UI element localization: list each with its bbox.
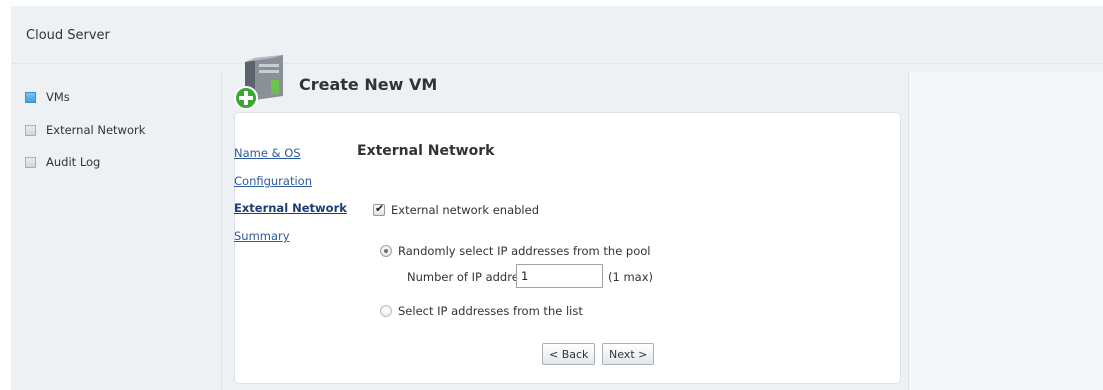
random-ip-option[interactable]: Randomly select IP addresses from the po… <box>380 244 651 258</box>
nav-item-label: External Network <box>46 123 146 137</box>
page-title: Create New VM <box>299 75 438 94</box>
nav-box-icon <box>25 156 36 168</box>
checkmark-icon: ✔ <box>375 202 385 215</box>
external-network-label: External network enabled <box>391 203 540 217</box>
ip-count-input[interactable] <box>516 264 603 288</box>
nav-item-label: Audit Log <box>46 155 101 169</box>
external-network-checkbox[interactable]: ✔ <box>373 202 385 216</box>
nav-item-label: VMs <box>46 90 70 104</box>
right-panel <box>908 72 1103 390</box>
list-ip-label: Select IP addresses from the list <box>398 304 583 318</box>
step-external-network-link[interactable]: External Network <box>234 201 347 215</box>
server-icon <box>233 52 291 112</box>
list-ip-radio[interactable] <box>380 305 392 317</box>
divider <box>221 72 222 390</box>
random-ip-label: Randomly select IP addresses from the po… <box>398 244 651 258</box>
step-configuration-link[interactable]: Configuration <box>234 174 312 188</box>
radio-dot-icon <box>384 249 388 253</box>
app-header: Cloud Server <box>11 6 1103 64</box>
nav-box-icon <box>25 91 36 103</box>
back-button[interactable]: < Back <box>542 343 596 365</box>
nav-box-icon <box>25 124 36 136</box>
nav-item-external-network[interactable]: External Network <box>25 120 145 140</box>
app-window: Cloud Server VMs External Network Audit … <box>11 6 1103 390</box>
app-title: Cloud Server <box>26 28 110 43</box>
ip-max-note: (1 max) <box>608 270 654 284</box>
step-summary-link[interactable]: Summary <box>234 229 290 243</box>
next-button[interactable]: Next > <box>602 343 655 365</box>
nav-item-vms[interactable]: VMs <box>25 87 70 107</box>
section-title: External Network <box>357 143 495 159</box>
random-ip-radio[interactable] <box>380 245 392 257</box>
plus-circle-icon <box>234 86 258 110</box>
list-ip-option[interactable]: Select IP addresses from the list <box>380 304 583 318</box>
external-network-enabled-row[interactable]: ✔ External network enabled <box>373 202 540 217</box>
nav-item-audit-log[interactable]: Audit Log <box>25 152 100 172</box>
step-name-os-link[interactable]: Name & OS <box>234 146 301 160</box>
left-nav: VMs External Network Audit Log <box>11 72 219 390</box>
